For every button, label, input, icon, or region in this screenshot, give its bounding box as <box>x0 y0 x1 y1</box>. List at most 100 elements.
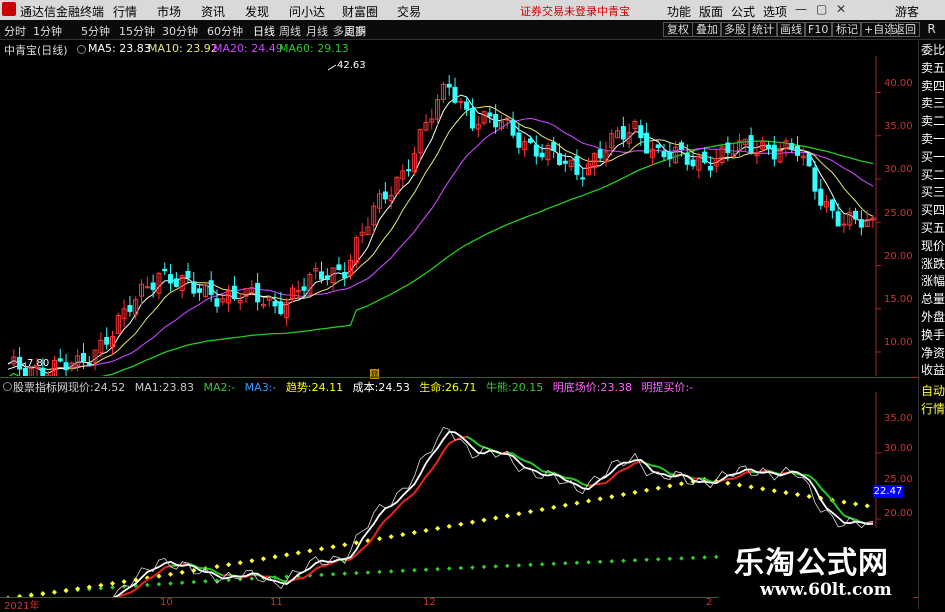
bullbear-dot <box>192 580 197 585</box>
menu-item-wealth[interactable]: 财富圈 <box>342 3 378 20</box>
trend-segment <box>815 480 821 488</box>
period-minute[interactable]: 分时 <box>4 23 26 39</box>
bullbear-dot <box>447 566 452 571</box>
multi-stock-button[interactable]: 多股 <box>720 22 750 37</box>
life-dot <box>319 546 324 551</box>
menu-item-quotes[interactable]: 行情 <box>113 3 137 20</box>
life-dot <box>64 588 69 593</box>
menu-item-trade[interactable]: 交易 <box>397 3 421 20</box>
ma60-line <box>8 141 873 376</box>
back-button[interactable]: 返回 <box>890 22 920 37</box>
candle-body <box>105 338 109 345</box>
quote-field-label: 收益 <box>920 363 945 378</box>
bullbear-dot <box>168 581 173 586</box>
life-dot <box>853 501 858 506</box>
candle-body <box>256 283 260 301</box>
trend-segment <box>449 440 455 443</box>
current-price-tag: 22.47 <box>873 485 903 498</box>
minimize-icon[interactable]: — <box>795 2 807 16</box>
mark-button[interactable]: 标记 <box>832 22 862 37</box>
life-dot <box>168 572 173 577</box>
candle-body <box>563 161 567 163</box>
period-more[interactable]: 更多 <box>344 23 366 39</box>
bullbear-dot <box>563 561 568 566</box>
price-tick: 35.00 <box>884 121 913 132</box>
period-30min[interactable]: 30分钟 <box>162 23 198 39</box>
indicator-settings-icon[interactable] <box>3 382 12 391</box>
price-tick: 10.00 <box>884 337 913 348</box>
candle-body <box>209 281 213 295</box>
quote-field-label: 换手 <box>920 328 945 343</box>
life-dot <box>284 552 289 557</box>
auto-quote-toggle[interactable]: 行情 <box>920 402 945 417</box>
candle-body <box>215 299 219 306</box>
quote-field-label: 现价 <box>920 239 945 254</box>
period-monthly[interactable]: 月线 <box>306 23 328 39</box>
trend-segment <box>629 463 635 467</box>
quote-field-label: 涨跌 <box>920 257 945 272</box>
period-60min[interactable]: 60分钟 <box>207 23 243 39</box>
menu-item-market[interactable]: 市场 <box>157 3 181 20</box>
candle-body <box>279 302 283 314</box>
candle-body <box>163 269 167 270</box>
pane-divider[interactable] <box>0 377 918 378</box>
draw-button[interactable]: 画线 <box>776 22 806 37</box>
close-icon[interactable]: ✕ <box>836 2 846 16</box>
menu-item-formula[interactable]: 公式 <box>731 3 755 20</box>
watermark-url: www.60lt.com <box>760 580 892 600</box>
bullbear-dot <box>412 568 417 573</box>
candle-body <box>807 154 811 166</box>
stats-button[interactable]: 统计 <box>748 22 778 37</box>
period-weekly[interactable]: 周线 <box>279 23 301 39</box>
menu-item-function[interactable]: 功能 <box>667 3 691 20</box>
bullbear-dot <box>203 579 208 584</box>
quote-field-label: 卖五 <box>920 61 945 76</box>
login-alert[interactable]: 证券交易未登录 <box>520 3 597 19</box>
trend-segment <box>409 493 415 498</box>
life-dot <box>296 550 301 555</box>
candle-body <box>813 168 817 191</box>
candle-body <box>854 211 858 219</box>
life-dot <box>516 511 521 516</box>
candle-body <box>796 146 800 155</box>
menu-item-layout[interactable]: 版面 <box>699 3 723 20</box>
bullbear-dot <box>157 582 162 587</box>
period-15min[interactable]: 15分钟 <box>119 23 155 39</box>
candle-body <box>668 152 672 158</box>
price-tick: 20.00 <box>884 251 913 262</box>
candle-body <box>81 354 85 362</box>
settings-icon[interactable] <box>77 45 86 54</box>
life-dot <box>458 522 463 527</box>
f10-button[interactable]: F10 <box>804 22 832 37</box>
price-tick: 30.00 <box>884 164 913 175</box>
date-label: 2 <box>706 597 712 608</box>
price-tick: 15.00 <box>884 294 913 305</box>
trend-segment <box>467 437 473 440</box>
price-chart[interactable] <box>0 56 918 376</box>
menu-item-options[interactable]: 选项 <box>763 3 787 20</box>
auto-quote-toggle[interactable]: 自动 <box>920 384 945 399</box>
adjust-button[interactable]: 复权 <box>663 22 693 37</box>
life-dot <box>551 505 556 510</box>
bullbear-dot <box>586 560 591 565</box>
life-dot <box>435 526 440 531</box>
period-5min[interactable]: 5分钟 <box>81 23 110 39</box>
period-1min[interactable]: 1分钟 <box>33 23 62 39</box>
overlay-button[interactable]: 叠加 <box>692 22 722 37</box>
candle-body <box>685 153 689 164</box>
indicator-tick: 30.00 <box>884 443 913 454</box>
trend-segment <box>577 480 583 484</box>
trend-segment <box>414 485 420 493</box>
life-dot <box>609 494 614 499</box>
candle-body <box>708 166 712 170</box>
quote-field-label: 涨幅 <box>920 274 945 289</box>
guest-label[interactable]: 游客 <box>895 3 919 20</box>
menu-item-ask[interactable]: 问小达 <box>289 3 325 20</box>
candle-body <box>198 289 202 292</box>
candle-body <box>819 189 823 205</box>
ma-path <box>8 106 873 369</box>
menu-item-news[interactable]: 资讯 <box>201 3 225 20</box>
period-daily[interactable]: 日线 <box>253 23 275 39</box>
menu-item-discover[interactable]: 发现 <box>245 3 269 20</box>
restore-icon[interactable]: ▢ <box>816 2 827 16</box>
